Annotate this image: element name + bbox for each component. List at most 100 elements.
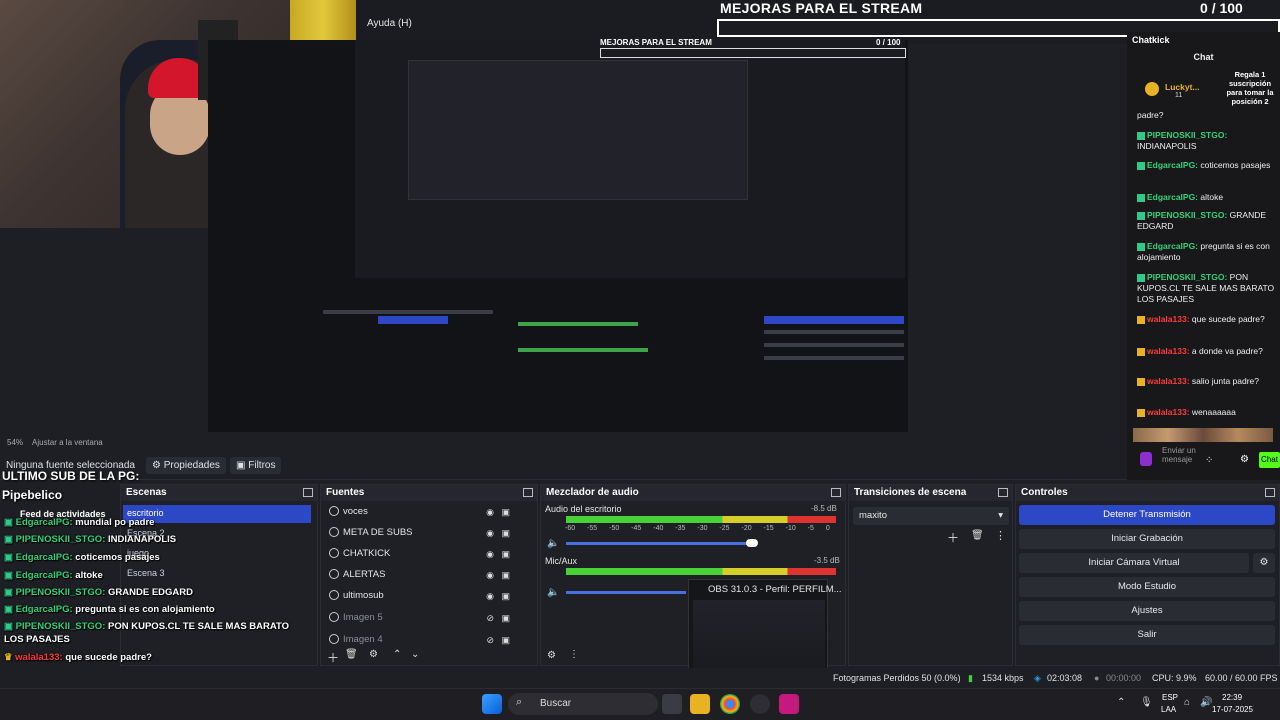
menu-help[interactable]: Ayuda (H) <box>367 18 412 29</box>
badge-icon <box>1137 161 1145 170</box>
source-item[interactable]: CHATKICK ◉ ▣ <box>325 545 530 565</box>
chat-message: PIPENOSKII_STGO: PON KUPOS.CL TE SALE MA… <box>1137 272 1275 304</box>
eye-icon: ◉ <box>486 570 494 580</box>
lock-icon: ▣ <box>501 613 510 623</box>
language-code[interactable]: ESP <box>1162 693 1178 702</box>
start-icon[interactable] <box>482 694 502 714</box>
badge-icon: ▣ <box>4 587 16 598</box>
taskbar-preview-title: OBS 31.0.3 - Perfil: PERFILM... <box>708 584 842 595</box>
badge-icon <box>1137 273 1145 282</box>
desktop-volume-slider[interactable] <box>566 542 748 545</box>
move-up-icon[interactable]: ⌃ <box>393 649 401 660</box>
chat-message: walala133: a donde va padre? <box>1137 346 1277 357</box>
move-down-icon[interactable]: ⌄ <box>411 649 419 660</box>
sources-dock: Fuentes voces ◉ ▣ META DE SUBS ◉ ▣ CHATKICK ◉… <box>320 484 538 666</box>
cpu-usage: CPU: 9.9% <box>1152 673 1197 683</box>
overlay-chat-line: ▣ PIPENOSKII_STGO: GRANDE EDGARD <box>4 587 193 598</box>
goal-title: MEJORAS PARA EL STREAM <box>720 0 923 16</box>
badge-icon: ▣ <box>4 604 16 615</box>
add-source-icon[interactable]: ＋ <box>327 649 339 666</box>
kick-icon[interactable] <box>1140 452 1152 466</box>
gear-icon[interactable]: ⚙ <box>1240 454 1249 465</box>
chat-message: walala133: wenaaaaaa <box>1137 407 1277 418</box>
source-item[interactable]: Imagen 5 ⊘ ▣ <box>325 609 530 629</box>
layout-code[interactable]: LAA <box>1161 705 1176 714</box>
mic-icon[interactable]: 🎙 <box>1140 697 1153 708</box>
properties-button[interactable]: ⚙ Propiedades <box>146 457 226 474</box>
fit-mode[interactable]: Ajustar a la ventana <box>32 438 103 447</box>
clock-time[interactable]: 22:39 <box>1222 693 1242 702</box>
badge-icon <box>1137 193 1145 202</box>
dock-float-icon[interactable] <box>1265 488 1275 497</box>
dock-float-icon[interactable] <box>998 488 1008 497</box>
app-icon[interactable] <box>779 694 799 714</box>
source-item[interactable]: voces ◉ ▣ <box>325 503 530 523</box>
badge-icon <box>1137 242 1145 251</box>
scenes-title: Escenas <box>121 485 317 501</box>
dock-float-icon[interactable] <box>831 488 841 497</box>
transition-menu-icon[interactable]: ⋮ <box>995 529 1006 542</box>
add-transition-icon[interactable]: ＋ <box>947 529 959 546</box>
studio-mode-button[interactable]: Modo Estudio <box>1019 577 1275 597</box>
stop-stream-button[interactable]: Detener Transmisión <box>1019 505 1275 525</box>
file-explorer-icon[interactable] <box>690 694 710 714</box>
speaker-icon[interactable]: 🔈 <box>547 587 559 598</box>
dock-float-icon[interactable] <box>523 488 533 497</box>
source-item[interactable]: Imagen 4 ⊘ ▣ <box>325 631 530 651</box>
dock-float-icon[interactable] <box>303 488 313 497</box>
record-icon: ● <box>1094 673 1100 683</box>
search-icon: ⌕ <box>516 696 523 708</box>
mixer-settings-icon[interactable]: ⚙ <box>547 650 556 661</box>
exit-button[interactable]: Salir <box>1019 625 1275 645</box>
bitrate: 1534 kbps <box>982 673 1024 683</box>
volume-icon[interactable]: 🔊 <box>1200 697 1212 708</box>
chat-message: EdgarcalPG: pregunta si es con alojamien… <box>1137 241 1270 262</box>
mixer-title: Mezclador de audio <box>541 485 845 501</box>
badge-icon: ▣ <box>4 621 16 632</box>
chrome-icon[interactable] <box>720 694 740 714</box>
tray-chevron-icon[interactable]: ⌃ <box>1117 697 1125 708</box>
emote-icon[interactable]: ⁘ <box>1205 455 1213 466</box>
eye-icon: ◉ <box>486 549 494 559</box>
trash-icon[interactable]: 🗑 <box>345 649 358 660</box>
mini-goal-title: MEJORAS PARA EL STREAM <box>600 38 712 47</box>
gear-icon[interactable]: ⚙ <box>369 649 378 660</box>
trash-icon[interactable]: 🗑 <box>971 530 984 541</box>
chat-input[interactable]: Enviar un mensaje <box>1162 446 1198 464</box>
filters-button[interactable]: ▣ Filtros <box>230 457 282 474</box>
task-view-icon[interactable] <box>662 694 682 714</box>
lock-icon: ▣ <box>501 570 510 580</box>
eye-icon: ◉ <box>486 591 494 601</box>
lock-icon: ▣ <box>501 591 510 601</box>
chat-message: PIPENOSKII_STGO: GRANDE EDGARD <box>1137 210 1267 231</box>
mic-volume-slider[interactable] <box>566 591 686 594</box>
settings-button[interactable]: Ajustes <box>1019 601 1275 621</box>
emote-strip <box>1133 428 1273 442</box>
lock-icon: ▣ <box>501 528 510 538</box>
chat-send-button[interactable]: Chat <box>1259 452 1280 468</box>
start-recording-button[interactable]: Iniciar Grabación <box>1019 529 1275 549</box>
lock-icon: ▣ <box>501 635 510 645</box>
speaker-icon[interactable]: 🔈 <box>547 538 559 549</box>
source-item[interactable]: META DE SUBS ◉ ▣ <box>325 524 530 544</box>
obs-icon[interactable] <box>750 694 770 714</box>
virtual-camera-button[interactable]: Iniciar Cámara Virtual <box>1019 553 1249 573</box>
gift-icon <box>1145 82 1159 96</box>
overlay-chat-line: ▣ EdgarcalPG: coticemos pasajes <box>4 552 160 563</box>
transition-select[interactable]: maxito ▾ <box>853 507 1009 525</box>
desktop-audio-label: Audio del escritorio <box>545 504 622 514</box>
scene-item[interactable]: Escena 3 <box>123 565 311 583</box>
badge-icon <box>1137 315 1145 324</box>
network-icon[interactable]: ⌂ <box>1184 697 1190 708</box>
source-item[interactable]: ultimosub ◉ ▣ <box>325 587 530 607</box>
pinned-message: Regala 1 suscripción para tomar la posic… <box>1226 70 1274 106</box>
chat-message: padre? <box>1137 110 1164 120</box>
last-sub-label: ULTIMO SUB DE LA PG: <box>2 469 140 483</box>
desktop-volume-knob[interactable] <box>746 539 758 547</box>
mixer-menu-icon[interactable]: ⋮ <box>569 649 579 660</box>
gear-icon[interactable]: ⚙ <box>1253 553 1275 573</box>
source-item[interactable]: ALERTAS ◉ ▣ <box>325 566 530 586</box>
clock-date[interactable]: 17-07-2025 <box>1212 705 1253 714</box>
mini-goal-count: 0 / 100 <box>876 38 901 47</box>
taskbar-search[interactable]: Buscar <box>508 693 658 715</box>
